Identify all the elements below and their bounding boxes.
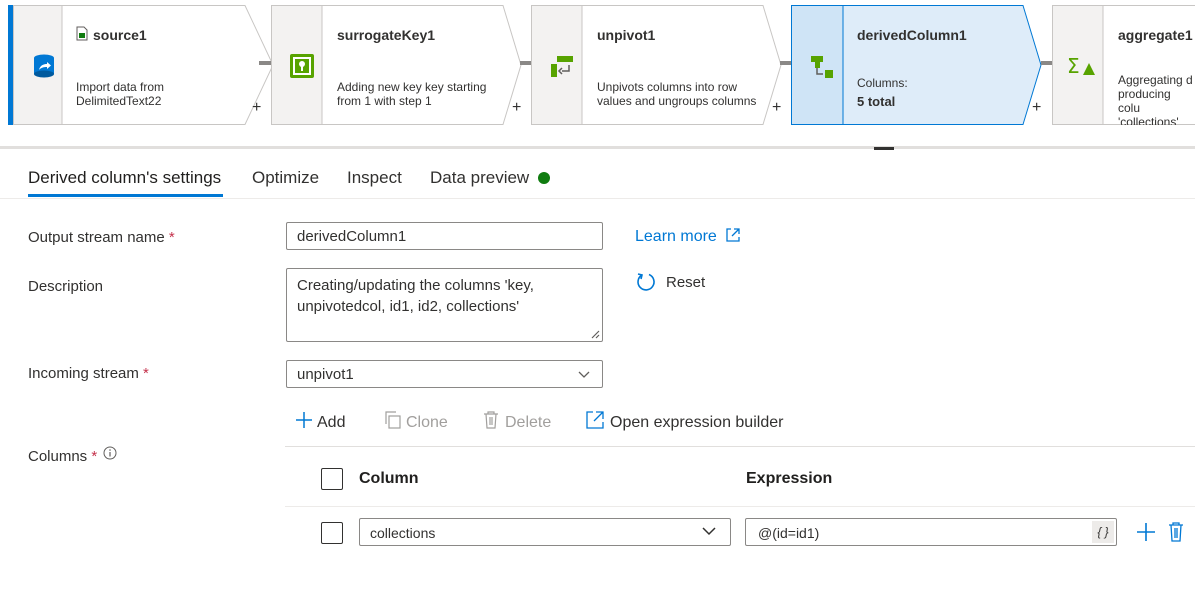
tab-inspect[interactable]: Inspect: [347, 168, 402, 188]
delete-column-button[interactable]: Delete: [483, 411, 551, 432]
resize-grip-icon[interactable]: [590, 329, 600, 339]
node-description: Adding new key key starting from 1 with s…: [337, 80, 487, 108]
file-icon: [76, 26, 88, 41]
add-transform-button[interactable]: +: [252, 99, 261, 117]
expression-input[interactable]: @(id=id1) { }: [745, 518, 1117, 546]
node-description: Aggregating d producing colu'collections': [1118, 73, 1193, 125]
expression-builder-icon[interactable]: { }: [1092, 521, 1114, 543]
node-title: surrogateKey1: [337, 27, 436, 43]
active-tab-indicator: [28, 194, 223, 197]
table-header-divider: [285, 446, 1195, 447]
tab-derived-column-settings[interactable]: Derived column's settings: [28, 168, 221, 188]
plus-icon: [296, 412, 312, 428]
status-dot-icon: [538, 172, 550, 184]
node-title: derivedColumn1: [857, 27, 967, 43]
pipeline-canvas: source1 Import data from DelimitedText22 …: [0, 0, 1195, 150]
add-row-icon[interactable]: [1136, 522, 1156, 542]
open-expression-builder-button[interactable]: Open expression builder: [586, 411, 783, 432]
canvas-divider: [0, 146, 1195, 149]
open-builder-icon: [586, 411, 604, 429]
add-transform-button[interactable]: +: [772, 99, 781, 117]
trash-icon: [484, 411, 498, 429]
description-textarea[interactable]: Creating/updating the columns 'key, unpi…: [286, 268, 603, 342]
node-columns-label: Columns:: [857, 76, 908, 90]
add-transform-button[interactable]: +: [512, 99, 521, 117]
info-icon[interactable]: [103, 446, 117, 460]
incoming-stream-label: Incoming stream *: [28, 365, 149, 382]
node-description: Unpivots columns into row values and ungr…: [597, 80, 757, 108]
output-stream-input[interactable]: derivedColumn1: [286, 222, 603, 250]
node-surrogatekey1[interactable]: surrogateKey1 Adding new key key startin…: [271, 5, 533, 125]
unpivot-icon: [551, 56, 573, 77]
columns-label: Columns *: [28, 446, 117, 465]
output-stream-label: Output stream name *: [28, 229, 175, 246]
chevron-down-icon: [578, 371, 590, 378]
row-checkbox[interactable]: [321, 522, 343, 544]
description-label: Description: [28, 278, 104, 295]
clone-icon: [385, 411, 401, 429]
node-aggregate1[interactable]: Σ aggregate1 Aggregating d producing colu…: [1052, 5, 1195, 125]
node-title: source1: [93, 27, 147, 43]
node-description: Import data from DelimitedText22: [76, 80, 165, 108]
clone-column-button[interactable]: Clone: [384, 411, 448, 432]
delete-row-icon[interactable]: [1168, 522, 1184, 542]
database-source-icon: [34, 54, 54, 78]
select-all-checkbox[interactable]: [321, 468, 343, 490]
node-title: unpivot1: [597, 27, 656, 43]
tab-data-preview[interactable]: Data preview: [430, 168, 529, 188]
add-column-button[interactable]: Add: [295, 411, 345, 432]
reset-label: Reset: [666, 274, 706, 291]
tab-optimize[interactable]: Optimize: [252, 168, 319, 188]
surrogate-key-icon: [290, 54, 314, 78]
aggregate-icon: Σ: [1067, 54, 1095, 78]
derived-column-icon: [811, 56, 833, 78]
node-unpivot1[interactable]: unpivot1 Unpivots columns into row values…: [531, 5, 793, 125]
svg-text:Σ: Σ: [1067, 54, 1080, 78]
table-row-divider: [285, 506, 1195, 507]
node-columns-count: 5 total: [857, 94, 896, 109]
settings-tabs: Derived column's settings Optimize Inspe…: [0, 150, 1195, 199]
learn-more-link[interactable]: Learn more: [635, 227, 741, 246]
incoming-stream-select[interactable]: unpivot1: [286, 360, 603, 388]
column-header: Column: [359, 470, 419, 487]
node-derivedcolumn1[interactable]: derivedColumn1 Columns: 5 total: [791, 5, 1053, 125]
node-source1[interactable]: source1 Import data from DelimitedText22: [13, 5, 275, 125]
chevron-down-icon: [702, 527, 716, 536]
node-title: aggregate1: [1118, 27, 1193, 43]
expression-header: Expression: [746, 470, 833, 487]
column-name-select[interactable]: collections: [359, 518, 731, 546]
add-transform-button[interactable]: +: [1032, 99, 1041, 117]
reset-icon: [637, 273, 655, 291]
external-link-icon: [726, 228, 740, 242]
